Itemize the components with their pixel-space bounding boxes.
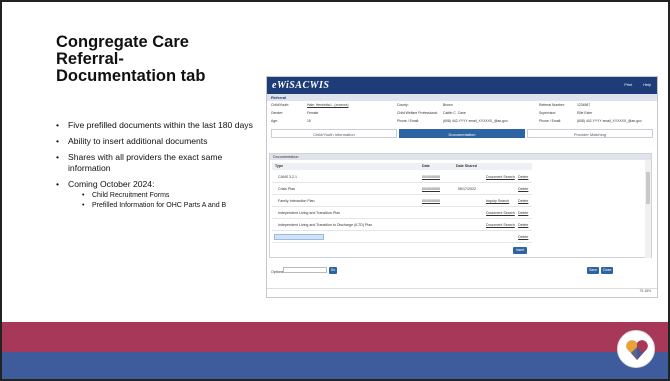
row-action-link[interactable]: Document Search [486,211,515,215]
sub-bullet: Prefilled Information for OHC Parts A an… [68,201,256,210]
table-row: Family Interaction Plan 00/00/0000 Inqui… [272,195,532,207]
cell-date[interactable]: 00/00/0000 [422,199,440,203]
value: (608) 442-YYYY email_XYXXXX_@an.gov [577,119,642,123]
bullet: Shares with all providers the exact same… [56,152,256,174]
table-row: Delete [272,231,532,243]
cell-date[interactable]: 00/00/0000 [422,175,440,179]
label: Phone / Email: [397,119,420,123]
slide-bullets: Five prefilled documents within the last… [56,120,256,211]
close-button[interactable]: Close [601,267,613,274]
label: Child Welfare Professional: [397,111,438,115]
value: 1234567 [577,103,591,107]
col-date-shared: Date Shared [456,163,477,170]
tab-bar: Child/Youth Information Documentation Pr… [267,129,657,139]
table-row: Crisis Plan 00/00/0000 06/17/2022 Delete [272,183,532,195]
scrollbar-thumb[interactable] [646,172,650,204]
footer-band-blue [2,352,668,379]
label: Child/Youth: [271,103,290,107]
delete-link[interactable]: Delete [518,223,528,227]
tab-provider-matching[interactable]: Provider Matching [527,129,653,138]
col-date: Date [422,163,430,170]
child-link[interactable]: Hale, Henrietta L. (xxxxxxx) [307,103,348,107]
value: (608) 442-YYYY email_XYXXXX_@an.gov [443,119,508,123]
insert-button[interactable]: Insert [513,247,527,254]
sub-bullet: Child Recruitment Forms [68,191,256,200]
value: Ellie Ester [577,111,593,115]
label: County: [397,103,409,107]
embedded-app-screenshot: eWiSACWIS Print Help Referral Child/Yout… [266,76,658,298]
slide-title: Congregate Care Referral- Documentation … [56,33,206,85]
print-link[interactable]: Print [624,83,632,87]
options-select[interactable] [283,267,327,273]
table-row: Independent Living and Transition to Dis… [272,219,532,231]
referral-info: Child/Youth: Gender: Age: Hale, Henriett… [267,101,657,127]
cell-type: Independent Living and Transition to Dis… [278,223,373,227]
cell-type: CANS 3.2.1 [278,175,297,179]
cell-type: Independent Living and Transition Plan [278,211,341,215]
bullet: Ability to insert additional documents [56,136,256,147]
go-button[interactable]: Go [329,267,337,274]
delete-link[interactable]: Delete [518,211,528,215]
label: Phone / Email: [539,119,562,123]
tab-child-youth-information[interactable]: Child/Youth Information [271,129,397,138]
app-header: eWiSACWIS Print Help [267,77,657,94]
cell-date[interactable]: 00/00/0000 [422,187,440,191]
cell-type: Family Interaction Plan [278,199,315,203]
delete-link[interactable]: Delete [518,175,528,179]
label: Supervisor: [539,111,557,115]
label: Referral Number: [539,103,566,107]
table-row: CANS 3.2.1 00/00/0000 Document Search De… [272,171,532,183]
row-action-link[interactable]: Document Search [486,175,515,179]
delete-link[interactable]: Delete [518,235,528,239]
col-type: Type [275,163,284,170]
divider [267,288,657,289]
zoom-level: 75.18% [639,289,652,293]
delete-link[interactable]: Delete [518,199,528,203]
documentation-panel: Documentation Type Date Date Shared CANS… [269,153,652,258]
help-link[interactable]: Help [643,83,651,87]
document-type-select[interactable] [274,234,324,240]
table-row: Independent Living and Transition Plan D… [272,207,532,219]
options-label: Options [271,270,284,274]
value: Caitlin C. Cane [443,111,466,115]
heart-logo-icon [617,330,655,368]
app-brand: eWiSACWIS [272,80,330,91]
cell-type: Crisis Plan [278,187,296,191]
label: Gender: [271,111,284,115]
tab-documentation[interactable]: Documentation [399,129,525,138]
delete-link[interactable]: Delete [518,187,528,191]
row-action-link[interactable]: Document Search [486,223,515,227]
value: Brown [443,103,453,107]
panel-title: Documentation [270,154,651,160]
bullet: Five prefilled documents within the last… [56,120,256,131]
value: 15 [307,119,311,123]
section-header: Referral [267,94,657,101]
save-button[interactable]: Save [587,267,599,274]
footer-band-red [2,322,668,352]
bullet: Coming October 2024: Child Recruitment F… [56,179,256,210]
cell-shared: 06/17/2022 [458,187,476,191]
value: Female [307,111,319,115]
row-action-link[interactable]: Inquiry Search [486,199,509,203]
label: Age: [271,119,278,123]
scrollbar[interactable] [645,160,651,258]
